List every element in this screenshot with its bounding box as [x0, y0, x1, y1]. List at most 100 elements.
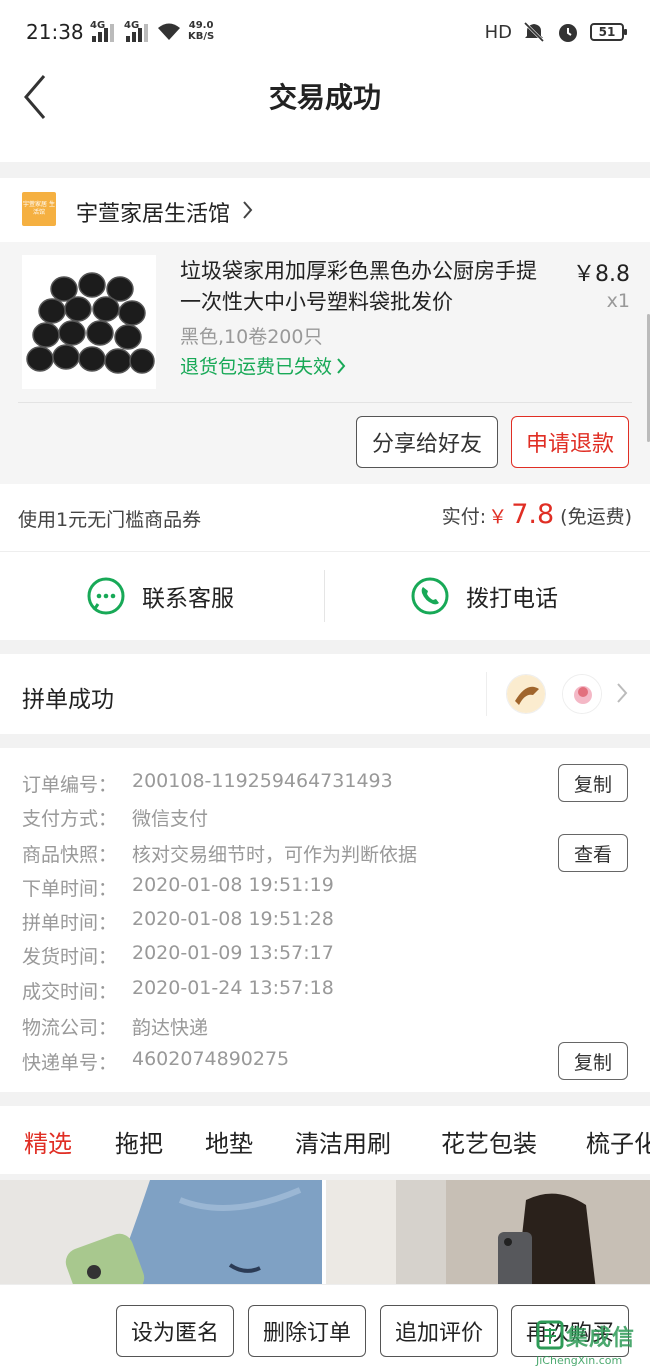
battery-icon: 51	[590, 23, 627, 41]
tracking-number-key: 快递单号：	[22, 1052, 118, 1074]
group-time-row: 拼单时间： 2020-01-08 19:51:28	[22, 908, 334, 935]
goods-image[interactable]	[22, 255, 156, 389]
view-snapshot-button[interactable]: 查看	[558, 834, 628, 872]
hd-label: HD	[484, 21, 512, 43]
ship-time-key: 发货时间：	[22, 946, 118, 968]
paid-value: 7.8	[511, 499, 555, 530]
status-time: 21:38	[26, 20, 84, 44]
coupon-text: 使用1元无门槛商品券	[18, 509, 202, 531]
product-card-image[interactable]	[0, 1180, 322, 1290]
watermark-url: JiChengXin.com	[536, 1354, 623, 1367]
copy-order-number-button[interactable]: 复制	[558, 764, 628, 802]
paid-label: 实付:	[441, 506, 487, 528]
logistics-company-row: 物流公司： 韵达快递	[22, 1013, 208, 1040]
chevron-right-green-icon	[337, 357, 346, 374]
tab-floral-packaging[interactable]: 花艺包装	[441, 1124, 537, 1159]
shop-name[interactable]: 宇萱家居生活馆	[76, 196, 230, 228]
goods-spec: 黑色,10卷200只	[180, 326, 323, 348]
contact-service-button[interactable]: 联系客服	[86, 552, 234, 640]
payment-method-row: 支付方式： 微信支付	[22, 804, 208, 831]
tab-comb[interactable]: 梳子化	[586, 1124, 650, 1159]
order-goods-card: 宇萱家居 生活馆 宇萱家居生活馆 垃圾袋家用加厚彩色黑色办公厨房手提一次性大中小…	[0, 178, 650, 484]
goods-price: ￥8.8	[573, 262, 630, 287]
speed-value: 49.0	[188, 20, 214, 31]
status-bar: 21:38 4G 4G 49.0 KB/S HD 51	[0, 0, 650, 64]
avatar	[506, 674, 546, 714]
chat-bubble-icon	[87, 577, 125, 615]
speed-unit: KB/S	[188, 31, 215, 42]
garbage-bag-rolls-image	[22, 255, 156, 389]
snapshot-key: 商品快照：	[22, 844, 118, 866]
copy-tracking-number-button[interactable]: 复制	[558, 1042, 628, 1080]
order-number-row: 订单编号： 200108-119259464731493	[22, 770, 393, 797]
deal-time-row: 成交时间： 2020-01-24 13:57:18	[22, 977, 334, 1004]
order-number-key: 订单编号：	[22, 774, 118, 796]
ship-time-row: 发货时间： 2020-01-09 13:57:17	[22, 942, 334, 969]
goods-divider	[18, 402, 632, 403]
call-phone-label: 拨打电话	[466, 586, 558, 612]
payment-method-key: 支付方式：	[22, 808, 118, 830]
shop-logo: 宇萱家居 生活馆	[22, 192, 56, 226]
delete-order-button[interactable]: 删除订单	[248, 1305, 366, 1357]
avatar	[562, 674, 602, 714]
goods-quantity: x1	[606, 290, 630, 312]
logistics-company-key: 物流公司：	[22, 1017, 118, 1039]
signal-bars-1-icon	[92, 24, 114, 42]
snapshot-row: 商品快照： 核对交易细节时，可作为判断依据	[22, 840, 417, 867]
page-title: 交易成功	[268, 81, 381, 114]
tab-cleaning-brush[interactable]: 清洁用刷	[295, 1124, 391, 1159]
contact-divider	[324, 570, 325, 622]
payment-summary: 使用1元无门槛商品券 实付: ￥ 7.8 (免运费)	[0, 484, 650, 552]
alarm-icon	[559, 24, 577, 42]
watermark-text: 集成信	[566, 1326, 636, 1351]
call-phone-button[interactable]: 拨打电话	[410, 552, 558, 640]
chevron-right-icon	[617, 683, 628, 703]
group-time-key: 拼单时间：	[22, 912, 118, 934]
share-to-friend-button[interactable]: 分享给好友	[356, 416, 498, 468]
append-review-button[interactable]: 追加评价	[380, 1305, 498, 1357]
mute-icon	[523, 21, 545, 43]
tab-floor-mat[interactable]: 地垫	[205, 1124, 253, 1159]
watermark: 集成信 JiChengXin.com	[526, 1316, 646, 1370]
paid-currency: ￥	[488, 506, 508, 528]
category-tabs: 精选 拖把 地垫 清洁用刷 花艺包装 梳子化	[0, 1106, 650, 1174]
ship-time-value: 2020-01-09 13:57:17	[132, 942, 334, 964]
order-time-value: 2020-01-08 19:51:19	[132, 874, 334, 896]
group-order-row[interactable]: 拼单成功	[0, 654, 650, 734]
tab-featured[interactable]: 精选	[24, 1124, 72, 1159]
network-speed: 49.0 KB/S	[188, 20, 214, 42]
navigation-bar: 交易成功	[0, 64, 650, 162]
wifi-icon	[158, 23, 180, 40]
deal-time-value: 2020-01-24 13:57:18	[132, 977, 334, 999]
group-status-label: 拼单成功	[22, 687, 114, 713]
goods-item[interactable]: 垃圾袋家用加厚彩色黑色办公厨房手提一次性大中小号塑料袋批发价 ￥8.8 x1 黑…	[0, 242, 650, 402]
logistics-company-value: 韵达快递	[132, 1017, 209, 1039]
group-divider	[486, 672, 487, 716]
order-time-key: 下单时间：	[22, 878, 118, 900]
goods-title[interactable]: 垃圾袋家用加厚彩色黑色办公厨房手提一次性大中小号塑料袋批发价	[180, 256, 550, 318]
phone-icon	[411, 577, 449, 615]
order-time-row: 下单时间： 2020-01-08 19:51:19	[22, 874, 334, 901]
paid-amount: 实付: ￥ 7.8 (免运费)	[442, 499, 632, 530]
shop-row[interactable]: 宇萱家居 生活馆 宇萱家居生活馆	[0, 178, 650, 242]
chevron-right-icon	[243, 201, 253, 219]
tracking-number-row: 快递单号： 4602074890275	[22, 1048, 289, 1075]
watermark-logo-icon	[536, 1320, 564, 1350]
apply-refund-button[interactable]: 申请退款	[511, 416, 629, 468]
product-card-image[interactable]	[326, 1180, 650, 1290]
return-shipping-text: 退货包运费已失效	[180, 356, 333, 378]
tracking-number-value: 4602074890275	[132, 1048, 290, 1070]
shipping-note: (免运费)	[560, 506, 632, 528]
set-anonymous-button[interactable]: 设为匿名	[116, 1305, 234, 1357]
snapshot-value: 核对交易细节时，可作为判断依据	[132, 844, 418, 866]
tab-mop[interactable]: 拖把	[115, 1124, 163, 1159]
deal-time-key: 成交时间：	[22, 981, 118, 1003]
contact-bar: 联系客服 拨打电话	[0, 552, 650, 640]
contact-service-label: 联系客服	[142, 586, 234, 612]
payment-method-value: 微信支付	[132, 808, 209, 830]
order-number-value: 200108-119259464731493	[132, 770, 393, 792]
group-time-value: 2020-01-08 19:51:28	[132, 908, 334, 930]
order-info: 订单编号： 200108-119259464731493 支付方式： 微信支付 商品…	[0, 748, 650, 1092]
return-shipping-note[interactable]: 退货包运费已失效	[180, 352, 346, 379]
recommendation-feed	[0, 1180, 650, 1290]
